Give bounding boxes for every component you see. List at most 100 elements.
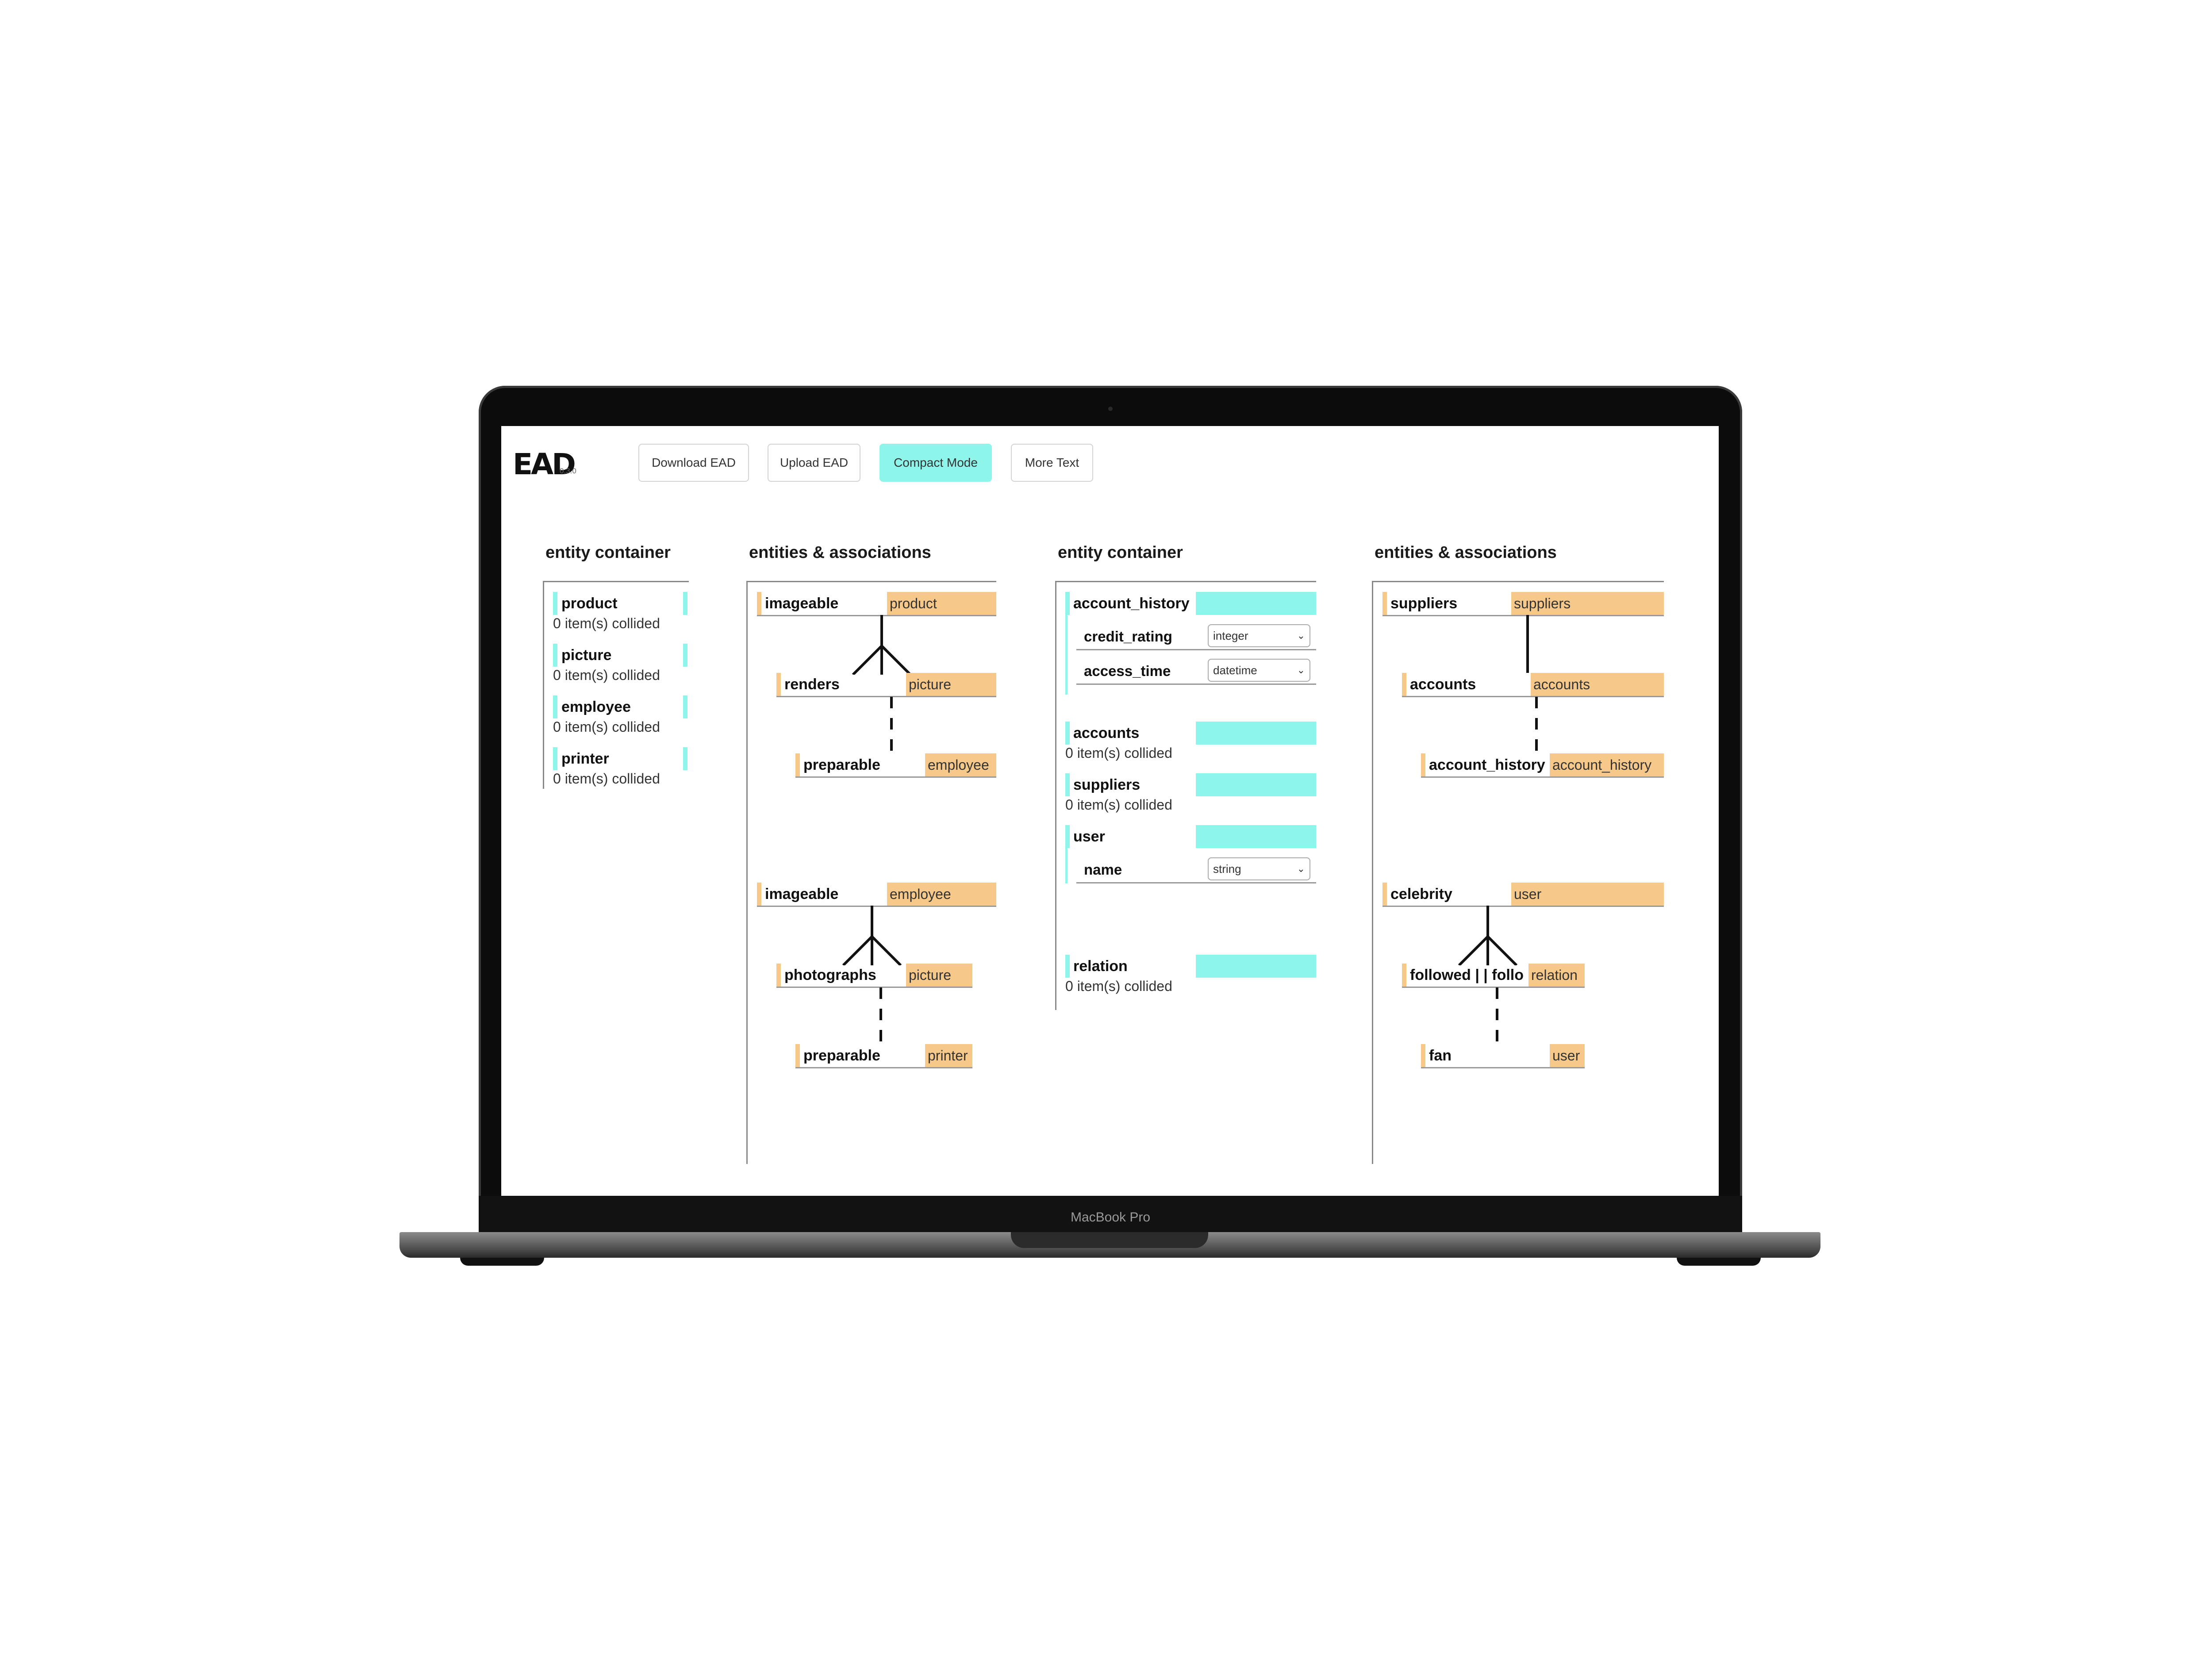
entity-accent	[1065, 825, 1070, 848]
entity-accounts-name[interactable]: accounts	[1073, 725, 1139, 742]
association-accent	[776, 964, 781, 987]
laptop-mockup: EAD 0.3.0 Download EAD Upload EAD Compac…	[0, 0, 2212, 1659]
chevron-down-icon: ⌄	[1297, 664, 1305, 676]
entity-account-history-name[interactable]: account_history	[1073, 595, 1190, 612]
assoc-child-tag: picture	[906, 673, 996, 696]
entity-relation-name[interactable]: relation	[1073, 958, 1128, 975]
attribute-bracket	[1065, 848, 1068, 883]
entity-accent	[553, 695, 557, 718]
attribute-type-select[interactable]: datetime ⌄	[1208, 659, 1310, 682]
entity-suppliers-status: 0 item(s) collided	[1065, 797, 1172, 813]
row-underline	[1421, 776, 1664, 778]
assoc-child-name[interactable]: followed | | follo	[1410, 967, 1528, 984]
association-accent	[776, 673, 781, 696]
assoc-root-tag: suppliers	[1511, 592, 1664, 615]
download-ead-button[interactable]: Download EAD	[638, 444, 749, 482]
assoc-root-tag: employee	[887, 883, 996, 906]
assoc-leaf-name[interactable]: account_history	[1429, 757, 1545, 774]
ead-app: EAD 0.3.0 Download EAD Upload EAD Compac…	[501, 426, 1719, 1196]
assoc-leaf-name[interactable]: fan	[1429, 1047, 1452, 1064]
column3-title: entity container	[1058, 543, 1183, 562]
entity-accent	[553, 644, 557, 667]
dashed-connector	[890, 697, 893, 754]
entity-picture-status: 0 item(s) collided	[553, 667, 660, 683]
attribute-name[interactable]: access_time	[1084, 663, 1171, 680]
entity-accent	[553, 747, 557, 770]
assoc-child-name[interactable]: photographs	[784, 967, 876, 984]
laptop-foot	[1677, 1258, 1761, 1266]
screen: EAD 0.3.0 Download EAD Upload EAD Compac…	[501, 426, 1719, 1196]
select-value: integer	[1213, 629, 1248, 642]
entity-color-block	[1196, 825, 1316, 848]
assoc-root-name[interactable]: imageable	[765, 886, 838, 903]
row-underline	[776, 696, 996, 697]
column1-title: entity container	[545, 543, 671, 562]
assoc-leaf-tag: user	[1550, 1044, 1585, 1067]
assoc-child-name[interactable]: renders	[784, 676, 840, 693]
entity-relation-status: 0 item(s) collided	[1065, 978, 1172, 994]
association-accent	[757, 592, 761, 615]
entity-accent-right	[683, 747, 687, 770]
chevron-down-icon: ⌄	[1297, 863, 1305, 874]
row-underline	[1402, 987, 1585, 988]
entity-product-name[interactable]: product	[561, 595, 618, 612]
entity-employee-status: 0 item(s) collided	[553, 719, 660, 735]
select-value: datetime	[1213, 664, 1257, 677]
one-to-one-connector	[1526, 615, 1529, 673]
more-text-button[interactable]: More Text	[1011, 444, 1093, 482]
assoc-leaf-name[interactable]: preparable	[803, 1047, 880, 1064]
one-to-many-fork	[852, 615, 912, 675]
row-underline	[795, 1067, 972, 1068]
device-brand-label: MacBook Pro	[1070, 1210, 1151, 1225]
attribute-bracket	[1065, 615, 1068, 695]
entity-accent-right	[683, 644, 687, 667]
entity-color-block	[1196, 955, 1316, 978]
entity-employee-name[interactable]: employee	[561, 699, 631, 716]
version-label: 0.3.0	[560, 467, 576, 475]
assoc-child-tag: picture	[906, 964, 972, 987]
association-accent	[795, 753, 800, 776]
row-underline	[1402, 696, 1664, 697]
compact-mode-button[interactable]: Compact Mode	[879, 444, 992, 482]
entity-suppliers-name[interactable]: suppliers	[1073, 776, 1140, 794]
assoc-leaf-tag: employee	[925, 753, 996, 776]
entity-accent	[1065, 722, 1070, 745]
attribute-type-select[interactable]: string ⌄	[1208, 857, 1310, 880]
assoc-child-tag: accounts	[1531, 673, 1664, 696]
logo-text: EAD	[513, 447, 576, 481]
assoc-root-name[interactable]: celebrity	[1390, 886, 1452, 903]
entity-picture-name[interactable]: picture	[561, 647, 611, 664]
row-underline	[1076, 649, 1316, 650]
app-logo: EAD	[513, 447, 576, 481]
association-accent	[1421, 1044, 1425, 1067]
entity-color-block	[1196, 592, 1316, 615]
dashed-connector	[1496, 987, 1498, 1045]
association-accent	[1382, 883, 1387, 906]
row-underline	[1076, 684, 1316, 685]
association-accent	[795, 1044, 800, 1067]
entity-accent	[553, 592, 557, 615]
dashed-connector	[1535, 697, 1538, 754]
upload-ead-button[interactable]: Upload EAD	[768, 444, 860, 482]
entity-printer-status: 0 item(s) collided	[553, 771, 660, 787]
attribute-type-select[interactable]: integer ⌄	[1208, 624, 1310, 647]
assoc-root-tag: user	[1511, 883, 1664, 906]
attribute-name[interactable]: name	[1084, 861, 1122, 878]
assoc-root-name[interactable]: imageable	[765, 595, 838, 612]
entity-accent	[1065, 955, 1070, 978]
entity-accent	[1065, 773, 1070, 796]
row-underline	[776, 987, 972, 988]
camera-dot	[1108, 407, 1113, 411]
assoc-leaf-name[interactable]: preparable	[803, 757, 880, 774]
select-value: string	[1213, 862, 1241, 876]
one-to-many-fork	[842, 906, 902, 965]
entity-printer-name[interactable]: printer	[561, 750, 609, 768]
attribute-name[interactable]: credit_rating	[1084, 628, 1172, 645]
entity-accounts-status: 0 item(s) collided	[1065, 745, 1172, 761]
assoc-child-name[interactable]: accounts	[1410, 676, 1476, 693]
entity-user-name[interactable]: user	[1073, 828, 1105, 845]
assoc-root-name[interactable]: suppliers	[1390, 595, 1457, 612]
column4-title: entities & associations	[1375, 543, 1557, 562]
hinge-notch	[1011, 1232, 1208, 1248]
chevron-down-icon: ⌄	[1297, 630, 1305, 641]
